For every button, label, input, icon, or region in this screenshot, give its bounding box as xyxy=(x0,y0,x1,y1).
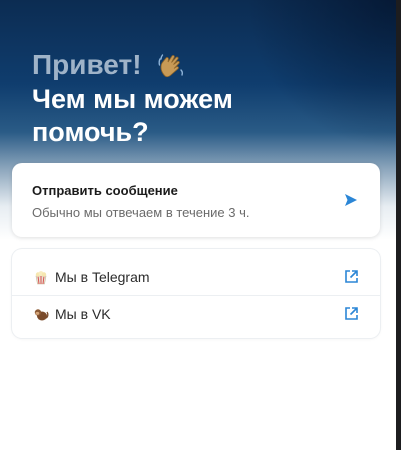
response-time-text: Обычно мы отвечаем в течение 3 ч. xyxy=(32,205,250,220)
greeting-text: Привет! xyxy=(32,49,142,80)
send-arrow-icon[interactable] xyxy=(344,193,358,207)
send-message-card[interactable]: Отправить сообщение Обычно мы отвечаем в… xyxy=(12,163,380,237)
vk-link-label: Мы в VK xyxy=(55,306,111,322)
send-message-title: Отправить сообщение xyxy=(32,183,178,198)
external-link-icon xyxy=(344,306,359,321)
window-edge xyxy=(396,0,401,450)
waving-hand-icon xyxy=(156,50,186,80)
external-link-icon xyxy=(344,269,359,284)
monkey-icon xyxy=(33,306,49,322)
telegram-link[interactable]: Мы в Telegram xyxy=(12,259,380,295)
greeting-heading: Привет! xyxy=(32,48,186,82)
help-heading: Чем мы можем помочь? xyxy=(32,84,233,147)
popcorn-icon xyxy=(33,269,49,285)
messenger-widget: Привет! Чем мы можем помочь? Отправить с… xyxy=(0,0,396,450)
social-links-card: Мы в Telegram Мы в VK xyxy=(12,249,380,338)
vk-link[interactable]: Мы в VK xyxy=(12,295,380,332)
telegram-link-label: Мы в Telegram xyxy=(55,269,150,285)
